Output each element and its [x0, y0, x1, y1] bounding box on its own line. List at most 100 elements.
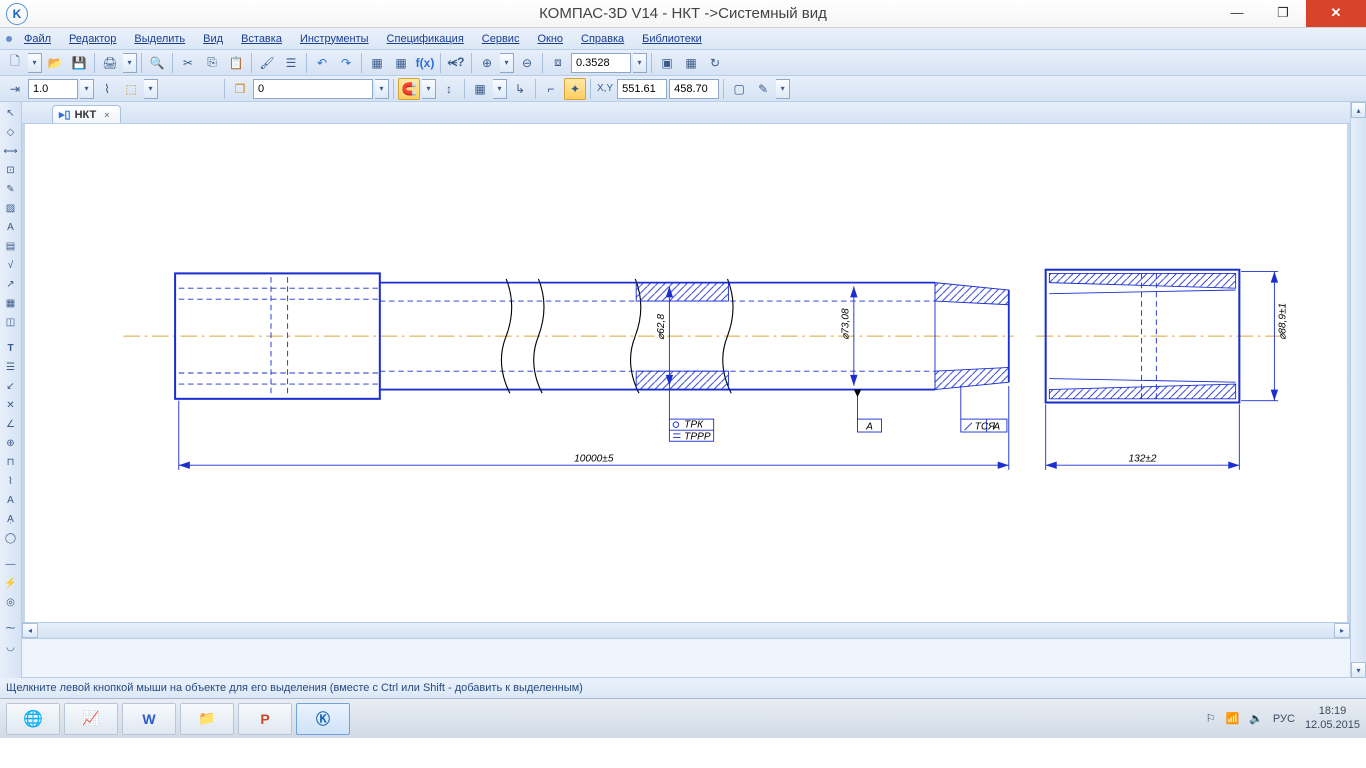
print-icon[interactable]: 🖨 — [99, 52, 121, 74]
undo-icon[interactable]: ↶ — [311, 52, 333, 74]
layer-dropdown[interactable]: ▾ — [375, 79, 389, 99]
refresh-icon[interactable]: ▣ — [656, 52, 678, 74]
tray-clock[interactable]: 18:19 12.05.2015 — [1305, 705, 1360, 731]
misc-a-icon[interactable]: ▢ — [728, 78, 750, 100]
tool-roughness-icon[interactable]: √ — [2, 256, 20, 274]
zoom-value-input[interactable] — [571, 53, 631, 73]
zoom-fit-icon[interactable]: ⧈ — [547, 52, 569, 74]
zoom-in-dropdown[interactable]: ▾ — [500, 53, 514, 73]
tool-dash-icon[interactable]: ⁓ — [2, 619, 20, 637]
tool-dimensions-icon[interactable]: ⟷ — [2, 142, 20, 160]
ortho-icon[interactable]: ↕ — [438, 78, 460, 100]
taskbar-kompas-icon[interactable]: Ⓚ — [296, 703, 350, 735]
scroll-up-icon[interactable]: ▴ — [1351, 102, 1366, 118]
help-icon[interactable]: ⥷? — [445, 52, 467, 74]
properties-icon[interactable]: ☰ — [280, 52, 302, 74]
maximize-button[interactable]: ❐ — [1260, 1, 1306, 25]
new-dropdown[interactable]: ▾ — [28, 53, 42, 73]
preview-icon[interactable]: 🔍 — [146, 52, 168, 74]
tool-table-icon[interactable]: ▤ — [2, 237, 20, 255]
menu-view[interactable]: Вид — [195, 31, 231, 47]
pan-icon[interactable]: ▦ — [680, 52, 702, 74]
tool-geometry-icon[interactable]: ◇ — [2, 123, 20, 141]
grid-step-icon[interactable]: ⇥ — [4, 78, 26, 100]
tool-angle-icon[interactable]: ∠ — [2, 415, 20, 433]
tool-center-icon[interactable]: ⊕ — [2, 434, 20, 452]
minimize-button[interactable]: — — [1214, 1, 1260, 25]
variables-icon[interactable]: f(x) — [414, 52, 436, 74]
tool-final-icon[interactable]: ◡ — [2, 638, 20, 656]
tool-a-icon[interactable]: A — [2, 491, 20, 509]
style-dropdown[interactable]: ▾ — [144, 79, 158, 99]
tool-target-icon[interactable]: ◎ — [2, 593, 20, 611]
menu-help[interactable]: Справка — [573, 31, 632, 47]
magnet-snap-icon[interactable]: 🧲 — [398, 78, 420, 100]
grid-icon[interactable]: ▦ — [469, 78, 491, 100]
tray-flag-icon[interactable]: ⚐ — [1206, 712, 1216, 725]
tool-list-icon[interactable]: ☰ — [2, 358, 20, 376]
spec-icon[interactable]: ▦ — [366, 52, 388, 74]
tray-lang[interactable]: РУС — [1273, 713, 1295, 725]
drawing-canvas[interactable]: 10000±5 132±2 ⌀62,8 ⌀73,08 ⌀8 — [22, 124, 1350, 622]
zoom-prev-icon[interactable]: ⊖ — [516, 52, 538, 74]
menu-tools[interactable]: Инструменты — [292, 31, 377, 47]
snap-icon[interactable]: ⌇ — [96, 78, 118, 100]
scroll-down-icon[interactable]: ▾ — [1351, 662, 1366, 678]
menu-window[interactable]: Окно — [529, 31, 571, 47]
menu-service[interactable]: Сервис — [474, 31, 528, 47]
save-icon[interactable]: 💾 — [68, 52, 90, 74]
taskbar-app1-icon[interactable]: 📈 — [64, 703, 118, 735]
menu-libraries[interactable]: Библиотеки — [634, 31, 710, 47]
round-icon[interactable]: ✦ — [564, 78, 586, 100]
close-button[interactable]: ✕ — [1306, 0, 1366, 27]
tray-volume-icon[interactable]: 🔈 — [1249, 712, 1263, 725]
misc-b-dropdown[interactable]: ▾ — [776, 79, 790, 99]
taskbar-word-icon[interactable]: W — [122, 703, 176, 735]
coord-x-input[interactable] — [617, 79, 667, 99]
layer-icon[interactable]: ❒ — [229, 78, 251, 100]
local-cs-icon[interactable]: ↳ — [509, 78, 531, 100]
scroll-left-icon[interactable]: ◂ — [22, 623, 38, 638]
tool-bolt-icon[interactable]: ⚡ — [2, 574, 20, 592]
cut-icon[interactable]: ✂ — [177, 52, 199, 74]
taskbar-powerpoint-icon[interactable]: P — [238, 703, 292, 735]
tool-arrow-icon[interactable]: ↙ — [2, 377, 20, 395]
vertical-scrollbar[interactable]: ▴ ▾ — [1350, 102, 1366, 678]
tool-spec-icon[interactable]: ▦ — [2, 294, 20, 312]
tool-cross-icon[interactable]: ✕ — [2, 396, 20, 414]
taskbar-explorer-icon[interactable]: 📁 — [180, 703, 234, 735]
taskbar-chrome-icon[interactable]: 🌐 — [6, 703, 60, 735]
tool-break-icon[interactable]: ⊓ — [2, 453, 20, 471]
ortho-mode-icon[interactable]: ⌐ — [540, 78, 562, 100]
menu-file[interactable]: Файл — [16, 31, 59, 47]
paste-icon[interactable]: 📋 — [225, 52, 247, 74]
spec-link-icon[interactable]: ▦ — [390, 52, 412, 74]
zoom-in-icon[interactable]: ⊕ — [476, 52, 498, 74]
horizontal-scrollbar[interactable]: ◂ ▸ — [22, 622, 1350, 638]
tool-edit-icon[interactable]: ✎ — [2, 180, 20, 198]
style-icon[interactable]: ⬚ — [120, 78, 142, 100]
tool-leader-icon[interactable]: ↗ — [2, 275, 20, 293]
coord-y-input[interactable] — [669, 79, 719, 99]
redraw-icon[interactable]: ↻ — [704, 52, 726, 74]
tool-letter-icon[interactable]: T — [2, 339, 20, 357]
tool-wave-icon[interactable]: ⌇ — [2, 472, 20, 490]
grid-step-dropdown[interactable]: ▾ — [80, 79, 94, 99]
tool-designation-icon[interactable]: ⊡ — [2, 161, 20, 179]
tab-close-icon[interactable]: × — [104, 110, 109, 120]
tool-hatch-icon[interactable]: ▨ — [2, 199, 20, 217]
tool-view-icon[interactable]: ◫ — [2, 313, 20, 331]
tool-line-icon[interactable]: — — [2, 555, 20, 573]
misc-b-icon[interactable]: ✎ — [752, 78, 774, 100]
grid-step-input[interactable] — [28, 79, 78, 99]
tool-a2-icon[interactable]: Ạ — [2, 510, 20, 528]
tray-network-icon[interactable]: 📶 — [1226, 712, 1240, 725]
scroll-right-icon[interactable]: ▸ — [1334, 623, 1350, 638]
print-dropdown[interactable]: ▾ — [123, 53, 137, 73]
open-icon[interactable]: 📂 — [44, 52, 66, 74]
menu-specification[interactable]: Спецификация — [379, 31, 472, 47]
redo-icon[interactable]: ↷ — [335, 52, 357, 74]
tool-text-icon[interactable]: A — [2, 218, 20, 236]
snap-dropdown[interactable]: ▾ — [422, 79, 436, 99]
brush-icon[interactable]: 🖌 — [256, 52, 278, 74]
